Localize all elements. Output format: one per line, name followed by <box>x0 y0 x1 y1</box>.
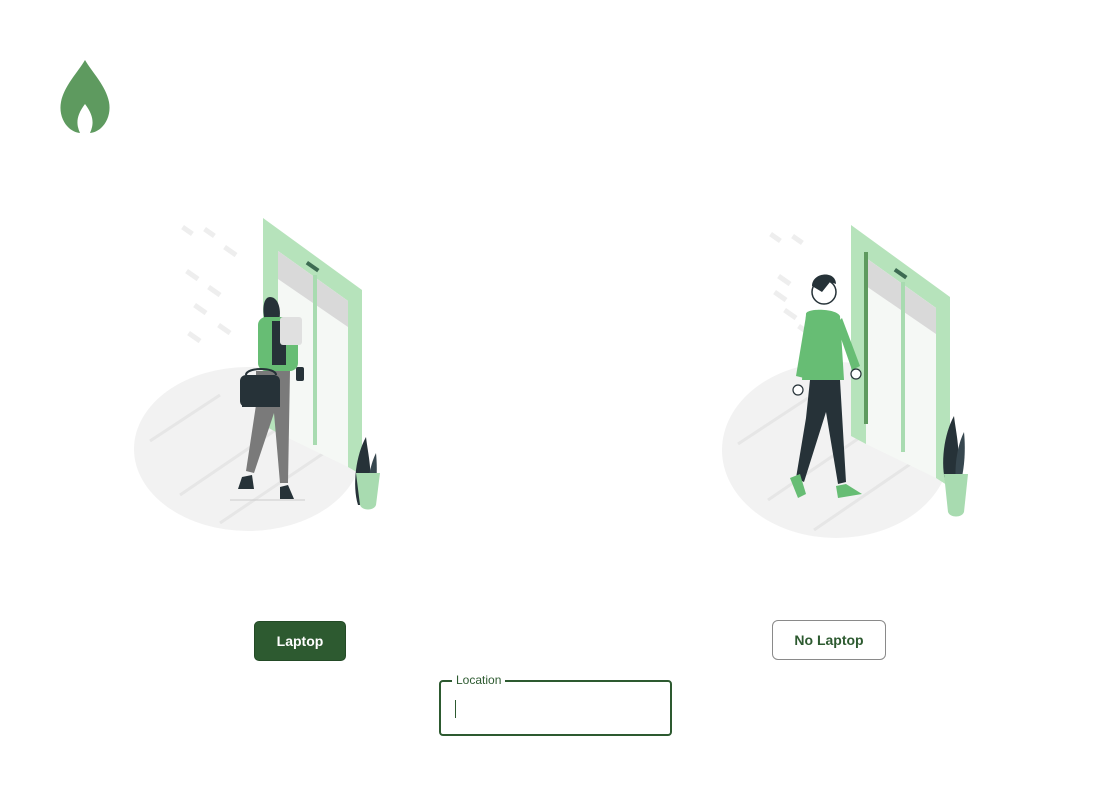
flame-icon <box>60 60 110 133</box>
person-with-laptop-illustration <box>134 218 380 531</box>
no-laptop-button[interactable]: No Laptop <box>772 620 886 660</box>
text-cursor <box>455 700 456 718</box>
page: Laptop No Laptop Location <box>0 0 1110 800</box>
location-field[interactable]: Location <box>439 673 672 736</box>
person-without-laptop-illustration <box>722 225 968 538</box>
laptop-button[interactable]: Laptop <box>254 621 346 661</box>
location-input[interactable] <box>453 696 658 722</box>
location-label: Location <box>452 673 506 687</box>
